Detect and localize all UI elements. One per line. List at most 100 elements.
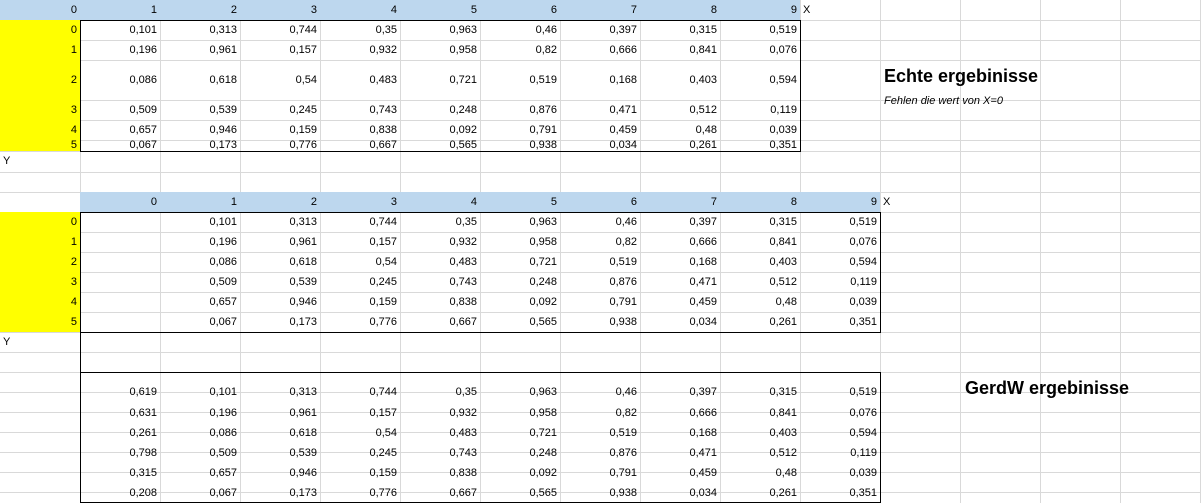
table2-cell[interactable]: 0,618 (240, 252, 320, 272)
table2-cell[interactable]: 0,82 (560, 232, 640, 252)
table2-row-label[interactable]: 1 (0, 232, 80, 252)
table1-cell[interactable]: 0,946 (160, 120, 240, 140)
table1-cell[interactable]: 0,173 (160, 140, 240, 151)
table3-cell[interactable]: 0,168 (640, 423, 720, 443)
table3-cell[interactable]: 0,245 (320, 443, 400, 463)
table3-cell[interactable]: 0,961 (240, 403, 320, 423)
table1-cell[interactable]: 0,932 (320, 40, 400, 60)
table1-cell[interactable]: 0,512 (640, 100, 720, 120)
table3-cell[interactable]: 0,82 (560, 403, 640, 423)
table1-cell[interactable]: 0,483 (320, 60, 400, 100)
table1-column-header[interactable]: 2 (160, 0, 240, 20)
table3-cell[interactable]: 0,067 (160, 483, 240, 503)
table2-column-header[interactable]: 0 (80, 192, 160, 212)
table3-cell[interactable]: 0,076 (800, 403, 880, 423)
table2-cell[interactable]: 0,245 (320, 272, 400, 292)
table2-cell[interactable]: 0,519 (800, 212, 880, 232)
table2-cell[interactable]: 0,397 (640, 212, 720, 232)
table3-cell[interactable]: 0,838 (400, 463, 480, 483)
table2-row-label[interactable]: 0 (0, 212, 80, 232)
table1-cell[interactable]: 0,092 (400, 120, 480, 140)
table3-cell[interactable]: 0,157 (320, 403, 400, 423)
table3-cell[interactable]: 0,721 (480, 423, 560, 443)
table1-cell[interactable]: 0,594 (720, 60, 800, 100)
table2-row-label[interactable]: 4 (0, 292, 80, 312)
table2-cell[interactable]: 0,248 (480, 272, 560, 292)
table3-cell[interactable]: 0,086 (160, 423, 240, 443)
table2-cell[interactable]: 0,938 (560, 312, 640, 332)
table2-cell[interactable]: 0,594 (800, 252, 880, 272)
table1-cell[interactable]: 0,666 (560, 40, 640, 60)
table2-column-header[interactable]: 6 (560, 192, 640, 212)
table2-cell[interactable]: 0,196 (160, 232, 240, 252)
table1-cell[interactable]: 0,657 (80, 120, 160, 140)
table1-column-header[interactable]: 7 (560, 0, 640, 20)
table2-cell[interactable]: 0,48 (720, 292, 800, 312)
table3-cell[interactable]: 0,208 (80, 483, 160, 503)
table3-cell[interactable]: 0,248 (480, 443, 560, 463)
table1-cell[interactable]: 0,459 (560, 120, 640, 140)
table2-row-label[interactable]: 3 (0, 272, 80, 292)
table2-cell[interactable]: 0,791 (560, 292, 640, 312)
table3-cell[interactable]: 0,666 (640, 403, 720, 423)
table1-row-label[interactable]: 1 (0, 40, 80, 60)
table2-cell[interactable]: 0,315 (720, 212, 800, 232)
table3-cell[interactable]: 0,565 (480, 483, 560, 503)
table2-column-header[interactable]: 2 (240, 192, 320, 212)
table3-cell[interactable]: 0,159 (320, 463, 400, 483)
table2-cell[interactable]: 0,119 (800, 272, 880, 292)
table1-row-label[interactable]: 2 (0, 60, 80, 100)
table3-cell[interactable]: 0,119 (800, 443, 880, 463)
table1-cell[interactable]: 0,509 (80, 100, 160, 120)
table3-cell[interactable]: 0,539 (240, 443, 320, 463)
table1-row-label[interactable]: 4 (0, 120, 80, 140)
table3-cell[interactable]: 0,46 (560, 382, 640, 402)
table3-cell[interactable]: 0,776 (320, 483, 400, 503)
table2-column-header[interactable]: 7 (640, 192, 720, 212)
table3-cell[interactable]: 0,876 (560, 443, 640, 463)
table3-cell[interactable]: 0,35 (400, 382, 480, 402)
table3-cell[interactable]: 0,519 (560, 423, 640, 443)
table1-cell[interactable]: 0,067 (80, 140, 160, 151)
table2-cell[interactable]: 0,519 (560, 252, 640, 272)
table2-column-header[interactable]: 1 (160, 192, 240, 212)
table3-cell[interactable]: 0,315 (720, 382, 800, 402)
table3-cell[interactable]: 0,173 (240, 483, 320, 503)
table1-cell[interactable]: 0,963 (400, 20, 480, 40)
table3-cell[interactable]: 0,743 (400, 443, 480, 463)
table1-cell[interactable]: 0,791 (480, 120, 560, 140)
table2-cell[interactable] (80, 312, 160, 332)
table2-cell[interactable]: 0,721 (480, 252, 560, 272)
table2-cell[interactable]: 0,403 (720, 252, 800, 272)
table1-cell[interactable]: 0,076 (720, 40, 800, 60)
table3-cell[interactable]: 0,54 (320, 423, 400, 443)
table1-cell[interactable]: 0,168 (560, 60, 640, 100)
table1-cell[interactable]: 0,261 (640, 140, 720, 151)
table2-cell[interactable]: 0,744 (320, 212, 400, 232)
table1-cell[interactable]: 0,245 (240, 100, 320, 120)
table3-cell[interactable]: 0,657 (160, 463, 240, 483)
table1-cell[interactable]: 0,159 (240, 120, 320, 140)
table3-cell[interactable]: 0,512 (720, 443, 800, 463)
table3-cell[interactable]: 0,403 (720, 423, 800, 443)
table2-cell[interactable]: 0,351 (800, 312, 880, 332)
table2-cell[interactable]: 0,459 (640, 292, 720, 312)
table3-cell[interactable]: 0,932 (400, 403, 480, 423)
table1-cell[interactable]: 0,48 (640, 120, 720, 140)
table1-cell[interactable]: 0,838 (320, 120, 400, 140)
table3-cell[interactable]: 0,351 (800, 483, 880, 503)
table3-cell[interactable]: 0,315 (80, 463, 160, 483)
table1-cell[interactable]: 0,351 (720, 140, 800, 151)
table2-cell[interactable]: 0,261 (720, 312, 800, 332)
table1-row-label[interactable]: 0 (0, 20, 80, 40)
table3-cell[interactable]: 0,471 (640, 443, 720, 463)
table2-cell[interactable]: 0,46 (560, 212, 640, 232)
table2-cell[interactable]: 0,539 (240, 272, 320, 292)
table1-cell[interactable]: 0,618 (160, 60, 240, 100)
table1-cell[interactable]: 0,565 (400, 140, 480, 151)
table1-column-header[interactable]: 0 (0, 0, 80, 20)
table3-cell[interactable]: 0,619 (80, 382, 160, 402)
table2-cell[interactable] (80, 212, 160, 232)
table2-cell[interactable]: 0,512 (720, 272, 800, 292)
table2-cell[interactable]: 0,092 (480, 292, 560, 312)
